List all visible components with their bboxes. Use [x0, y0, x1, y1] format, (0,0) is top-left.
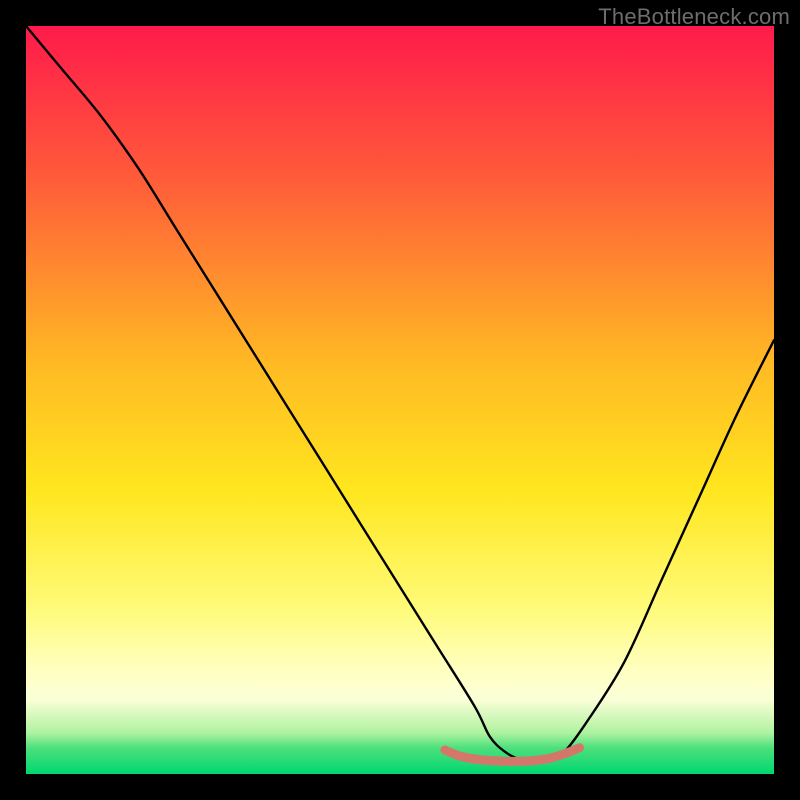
chart-frame: TheBottleneck.com	[0, 0, 800, 800]
plot-background	[26, 26, 774, 774]
bottleneck-chart	[26, 26, 774, 774]
